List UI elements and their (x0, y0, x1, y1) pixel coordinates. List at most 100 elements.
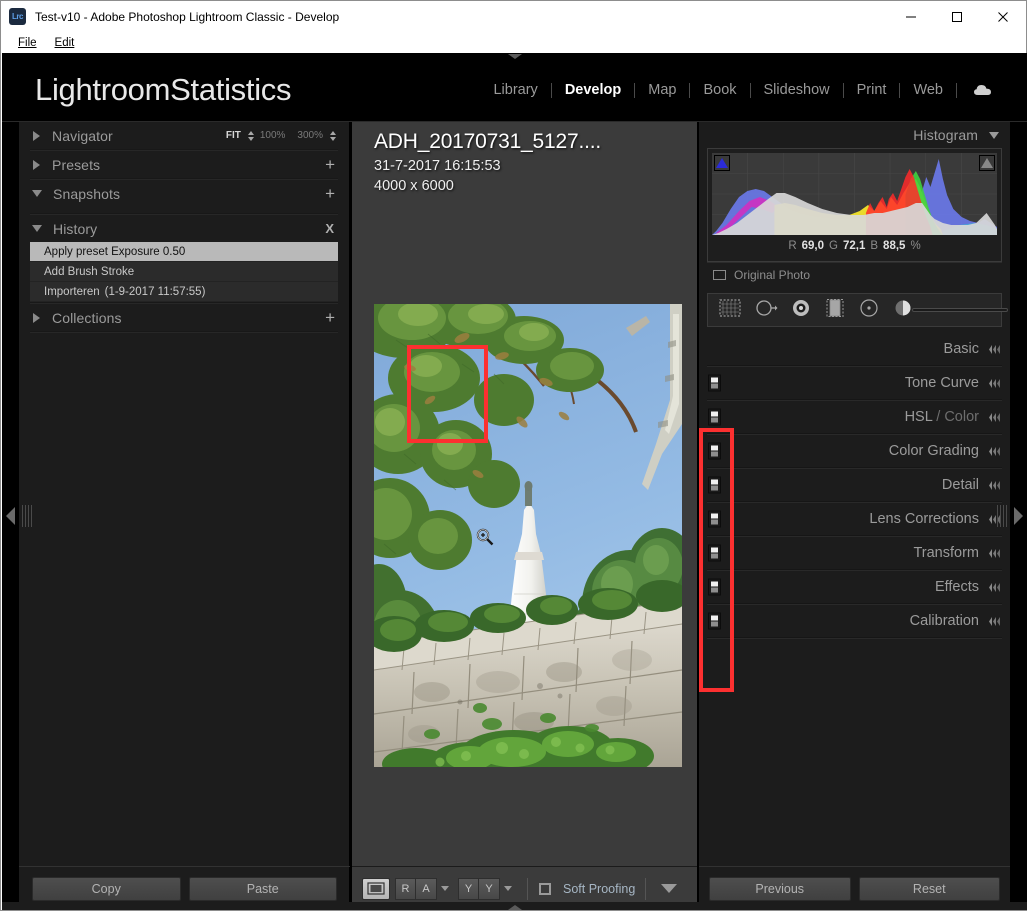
section-collapse-arrows-icon[interactable] (989, 582, 1000, 592)
section-collapse-arrows-icon[interactable] (989, 378, 1000, 388)
module-library[interactable]: Library (480, 82, 550, 98)
paste-button[interactable]: Paste (188, 876, 337, 901)
module-web[interactable]: Web (900, 82, 956, 98)
add-collection-icon[interactable]: + (325, 309, 339, 326)
chevron-down-icon (32, 225, 42, 232)
zoom-fit[interactable]: FIT (220, 130, 247, 141)
copy-button[interactable]: Copy (32, 876, 181, 901)
module-map[interactable]: Map (635, 82, 689, 98)
history-item[interactable]: Importeren (1-9-2017 11:57:55) (30, 282, 338, 302)
previous-button[interactable]: Previous (709, 876, 851, 901)
right-panel: Histogram R 69,0 G 72,1 B 88,5 % Origina… (699, 122, 1010, 910)
menu-bar: File Edit (1, 32, 1026, 53)
before-after-y-button-1[interactable]: Y (458, 877, 479, 900)
panel-section-lens-corrections[interactable]: Lens Corrections (699, 503, 1010, 535)
history-item[interactable]: Apply preset Exposure 0.50 (30, 242, 338, 262)
spot-removal-icon[interactable] (754, 298, 778, 323)
module-develop[interactable]: Develop (552, 82, 634, 98)
toolbar-separator (527, 877, 528, 900)
soft-proofing-checkbox[interactable] (539, 882, 551, 895)
panel-switch-tone-curve[interactable] (708, 374, 721, 392)
panel-header-collections[interactable]: Collections + (29, 304, 339, 331)
reset-button[interactable]: Reset (858, 876, 1000, 901)
menu-file[interactable]: File (9, 35, 46, 51)
readout-unit: % (910, 240, 921, 252)
red-eye-correction-icon[interactable] (790, 298, 812, 323)
presets-actions: + (325, 156, 339, 173)
right-panel-edge[interactable] (1010, 122, 1027, 910)
compare-view-r-button[interactable]: R (395, 877, 416, 900)
graduated-filter-icon[interactable] (824, 298, 846, 323)
panel-header-history[interactable]: History X (29, 215, 339, 242)
history-item[interactable]: Add Brush Stroke (30, 262, 338, 282)
crop-overlay-icon[interactable] (718, 298, 742, 323)
left-panel-resize-grip[interactable] (22, 505, 32, 527)
section-label: Effects (934, 579, 979, 595)
panel-section-effects[interactable]: Effects (699, 571, 1010, 603)
section-collapse-arrows-icon[interactable] (989, 344, 1000, 354)
zoom-300[interactable]: 300% (291, 130, 329, 141)
panel-section-basic[interactable]: Basic (699, 333, 1010, 365)
minimize-button[interactable] (888, 1, 934, 32)
radial-filter-icon[interactable] (858, 298, 880, 323)
right-panel-resize-grip[interactable] (997, 505, 1007, 527)
shadow-clipping-indicator[interactable] (714, 155, 730, 171)
triangle-up-icon (981, 158, 993, 168)
identity-plate[interactable]: LightroomStatistics (35, 72, 291, 108)
photo-canvas[interactable] (374, 304, 682, 767)
close-button[interactable] (980, 1, 1026, 32)
section-collapse-arrows-icon[interactable] (989, 616, 1000, 626)
left-panel-edge[interactable] (2, 122, 19, 910)
module-slideshow[interactable]: Slideshow (751, 82, 843, 98)
collapse-left-panel-icon[interactable] (6, 507, 15, 525)
histogram-rgb-readout: R 69,0 G 72,1 B 88,5 % (712, 235, 997, 257)
panel-header-presets[interactable]: Presets + (29, 151, 339, 178)
compare-view-caret-icon[interactable] (441, 886, 449, 891)
add-snapshot-icon[interactable]: + (325, 185, 339, 202)
histogram-graph[interactable] (712, 153, 997, 235)
section-collapse-arrows-icon[interactable] (989, 480, 1000, 490)
add-preset-icon[interactable]: + (325, 156, 339, 173)
panel-section-tone-curve[interactable]: Tone Curve (699, 367, 1010, 399)
toolbar-options-caret-icon[interactable] (660, 884, 677, 893)
panel-switch-calibration[interactable] (708, 612, 721, 630)
section-collapse-arrows-icon[interactable] (989, 412, 1000, 422)
compare-view-a-button[interactable]: A (416, 877, 437, 900)
panel-section-hsl-color[interactable]: HSL / Color (699, 401, 1010, 433)
module-book[interactable]: Book (690, 82, 749, 98)
cloud-sync-icon[interactable] (957, 83, 1007, 97)
panel-section-calibration[interactable]: Calibration (699, 605, 1010, 637)
panel-switch-hsl-color[interactable] (708, 408, 721, 426)
panel-header-snapshots[interactable]: Snapshots + (29, 180, 339, 207)
zoom-100[interactable]: 100% (254, 130, 292, 141)
panel-header-histogram[interactable]: Histogram (699, 122, 1010, 148)
panel-switch-detail[interactable] (708, 476, 721, 494)
panel-switch-effects[interactable] (708, 578, 721, 596)
menu-edit[interactable]: Edit (46, 35, 84, 51)
zoom-ratio-stepper[interactable] (330, 130, 336, 141)
before-after-caret-icon[interactable] (504, 886, 512, 891)
before-after-y-button-2[interactable]: Y (479, 877, 500, 900)
panel-switch-transform[interactable] (708, 544, 721, 562)
snapshots-actions: + (325, 185, 339, 202)
adjustment-brush-control[interactable] (892, 298, 1008, 323)
maximize-button[interactable] (934, 1, 980, 32)
panel-section-detail[interactable]: Detail (699, 469, 1010, 501)
panel-switch-color-grading[interactable] (708, 442, 721, 460)
panel-switch-lens-corrections[interactable] (708, 510, 721, 528)
module-print[interactable]: Print (844, 82, 900, 98)
panel-section-color-grading[interactable]: Color Grading (699, 435, 1010, 467)
panel-section-transform[interactable]: Transform (699, 537, 1010, 569)
section-collapse-arrows-icon[interactable] (989, 548, 1000, 558)
history-item-label: Add Brush Stroke (44, 265, 135, 278)
brush-size-slider[interactable] (912, 308, 1008, 312)
panel-header-navigator[interactable]: Navigator FIT 100% 300% (29, 122, 339, 149)
highlight-clipping-indicator[interactable] (979, 155, 995, 171)
filmstrip-toggle[interactable] (2, 902, 1027, 910)
clear-history-icon[interactable]: X (325, 221, 339, 236)
adjustment-brush-icon[interactable] (892, 298, 914, 323)
loupe-view-button[interactable] (362, 877, 390, 900)
collapse-right-panel-icon[interactable] (1014, 507, 1023, 525)
section-collapse-arrows-icon[interactable] (989, 446, 1000, 456)
original-photo-toggle[interactable]: Original Photo (707, 262, 1002, 287)
